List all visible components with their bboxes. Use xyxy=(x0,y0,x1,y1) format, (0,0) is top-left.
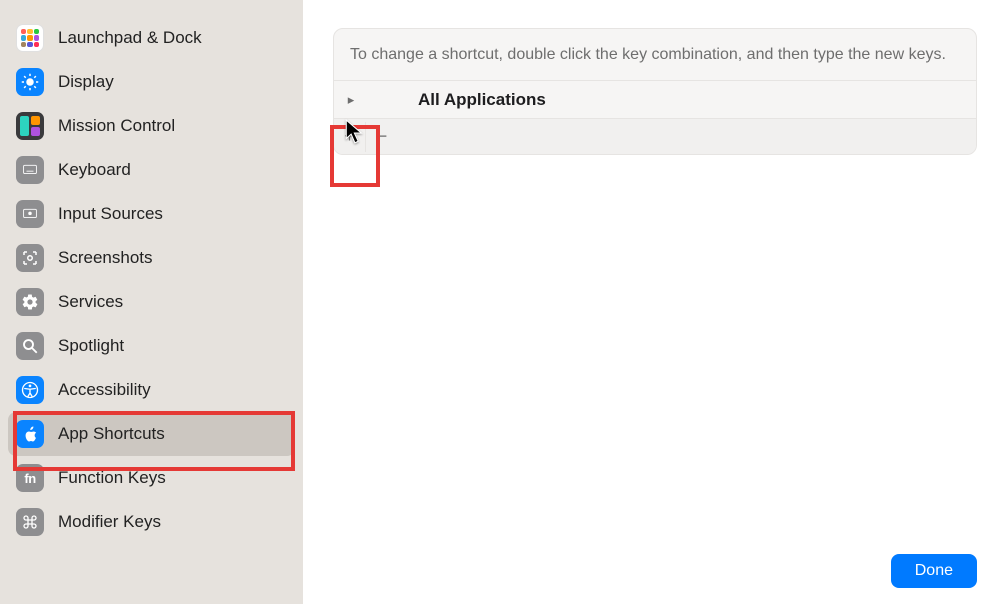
sidebar-item-services[interactable]: Services xyxy=(8,280,295,324)
keyboard-shortcuts-window: Launchpad & Dock Display Mission Control… xyxy=(0,0,1007,604)
launchpad-icon xyxy=(16,24,44,52)
shortcuts-box: To change a shortcut, double click the k… xyxy=(333,28,977,155)
sidebar-item-modifier-keys[interactable]: Modifier Keys xyxy=(8,500,295,544)
add-shortcut-button[interactable]: + xyxy=(334,122,366,152)
footer: Done xyxy=(891,554,977,588)
sidebar-list: Launchpad & Dock Display Mission Control… xyxy=(8,16,295,544)
mission-control-icon xyxy=(16,112,44,140)
services-icon xyxy=(16,288,44,316)
list-controls: + − xyxy=(334,118,976,154)
sidebar-item-function-keys[interactable]: fn Function Keys xyxy=(8,456,295,500)
category-label: All Applications xyxy=(368,90,546,110)
disclosure-triangle-icon[interactable]: ▸ xyxy=(334,92,368,108)
sidebar: Launchpad & Dock Display Mission Control… xyxy=(0,0,303,604)
sidebar-item-label: Accessibility xyxy=(58,380,151,400)
sidebar-item-label: Spotlight xyxy=(58,336,124,356)
sidebar-item-input-sources[interactable]: Input Sources xyxy=(8,192,295,236)
category-row-all-applications[interactable]: ▸ All Applications xyxy=(334,80,976,118)
sidebar-item-spotlight[interactable]: Spotlight xyxy=(8,324,295,368)
main-panel: To change a shortcut, double click the k… xyxy=(303,0,1007,604)
screenshots-icon xyxy=(16,244,44,272)
sidebar-item-label: Services xyxy=(58,292,123,312)
sidebar-item-label: Mission Control xyxy=(58,116,175,136)
sidebar-item-app-shortcuts[interactable]: App Shortcuts xyxy=(8,412,295,456)
sidebar-item-label: Function Keys xyxy=(58,468,166,488)
input-sources-icon xyxy=(16,200,44,228)
sidebar-item-label: App Shortcuts xyxy=(58,424,165,444)
sidebar-item-label: Launchpad & Dock xyxy=(58,28,202,48)
accessibility-icon xyxy=(16,376,44,404)
sidebar-item-accessibility[interactable]: Accessibility xyxy=(8,368,295,412)
sidebar-item-label: Display xyxy=(58,72,114,92)
keyboard-icon xyxy=(16,156,44,184)
sidebar-item-label: Keyboard xyxy=(58,160,131,180)
done-button[interactable]: Done xyxy=(891,554,977,588)
instructions-text: To change a shortcut, double click the k… xyxy=(334,29,976,80)
function-keys-icon: fn xyxy=(16,464,44,492)
app-shortcuts-icon xyxy=(16,420,44,448)
sidebar-item-screenshots[interactable]: Screenshots xyxy=(8,236,295,280)
sidebar-item-mission-control[interactable]: Mission Control xyxy=(8,104,295,148)
sidebar-item-display[interactable]: Display xyxy=(8,60,295,104)
sidebar-item-label: Input Sources xyxy=(58,204,163,224)
sidebar-item-label: Modifier Keys xyxy=(58,512,161,532)
sidebar-item-label: Screenshots xyxy=(58,248,153,268)
modifier-keys-icon xyxy=(16,508,44,536)
sidebar-item-launchpad-dock[interactable]: Launchpad & Dock xyxy=(8,16,295,60)
remove-shortcut-button[interactable]: − xyxy=(366,122,398,152)
sidebar-item-keyboard[interactable]: Keyboard xyxy=(8,148,295,192)
spotlight-icon xyxy=(16,332,44,360)
display-icon xyxy=(16,68,44,96)
